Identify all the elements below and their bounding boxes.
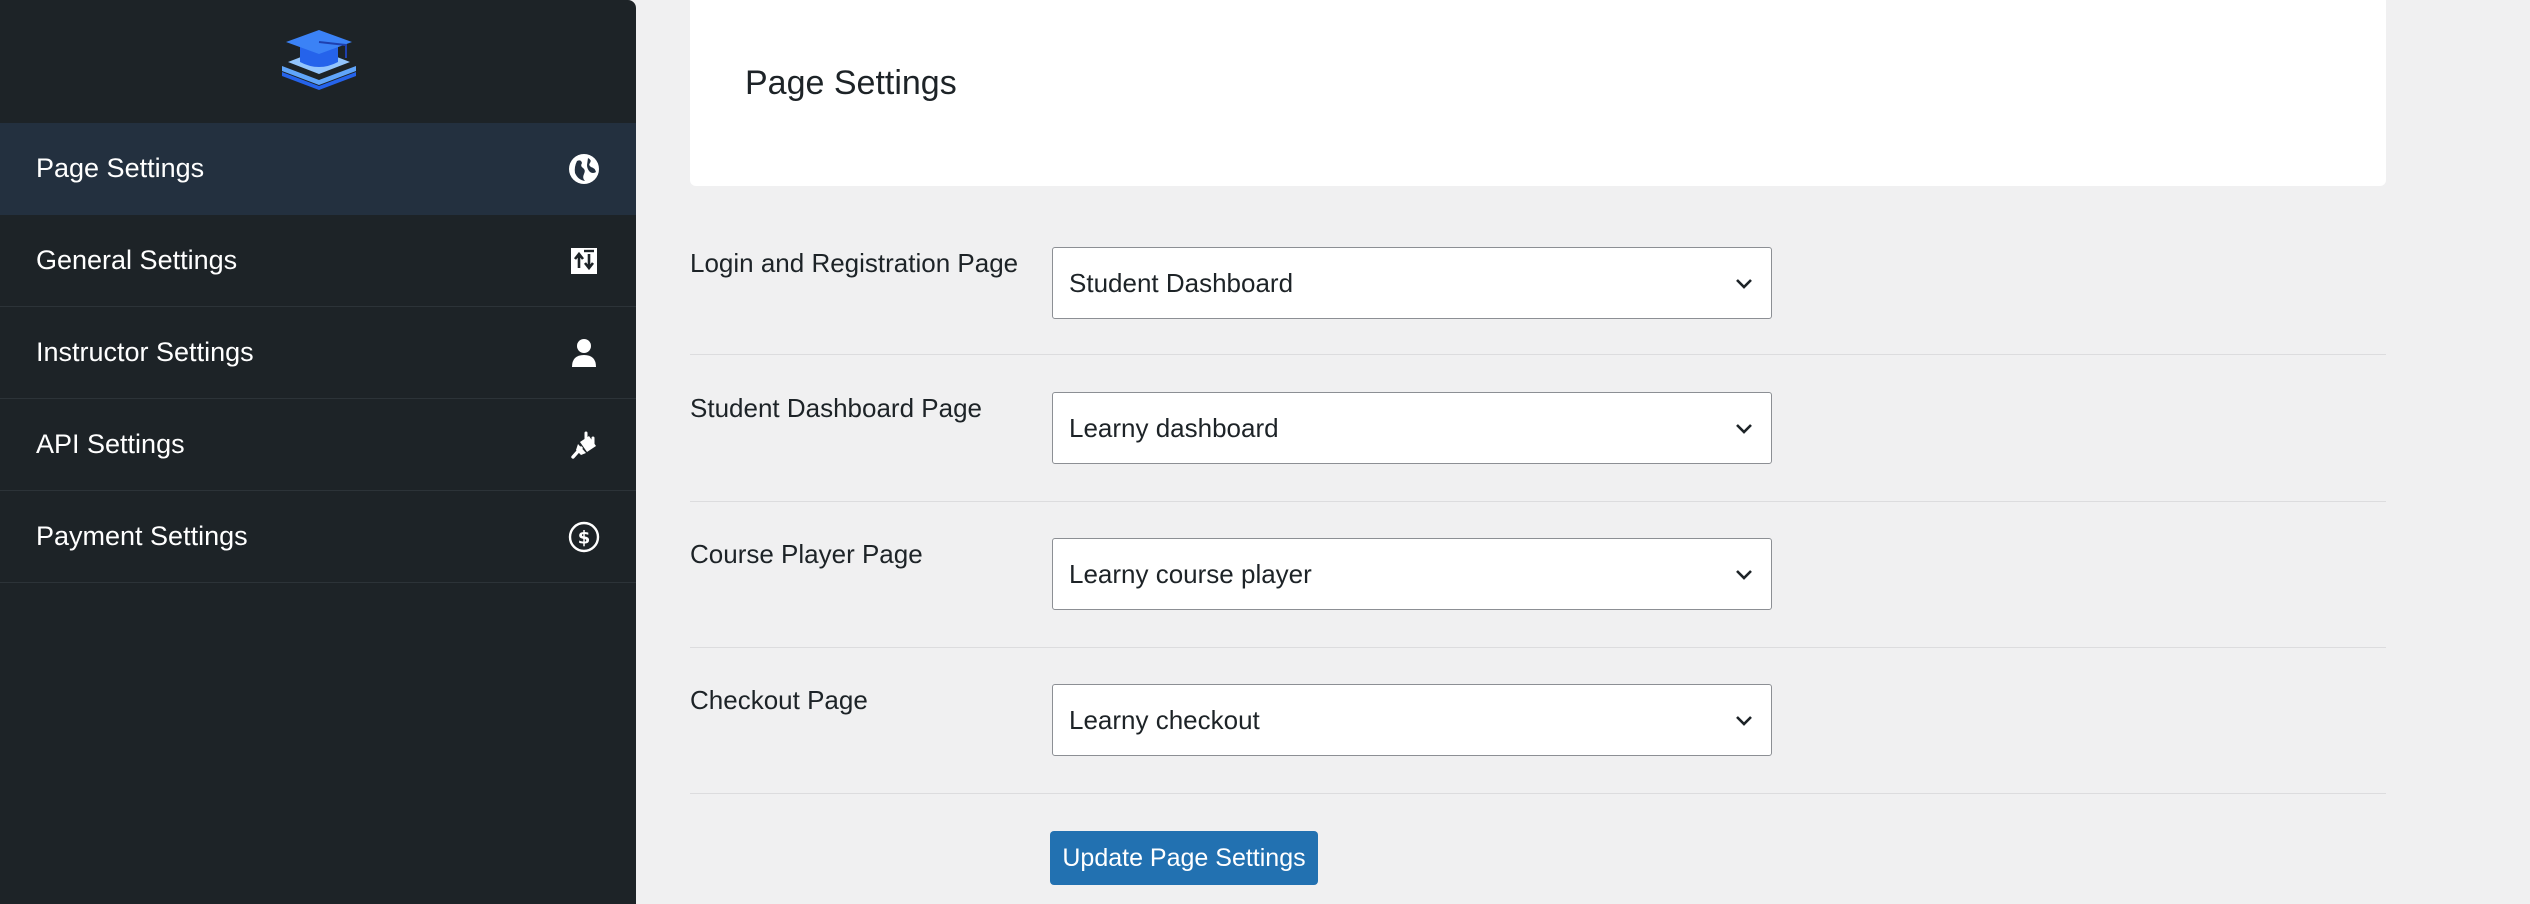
sidebar-item-payment-settings[interactable]: Payment Settings $ bbox=[0, 491, 636, 583]
plug-icon bbox=[568, 429, 600, 461]
setting-label: Login and Registration Page bbox=[690, 248, 1019, 278]
sidebar-item-page-settings[interactable]: Page Settings bbox=[0, 123, 636, 215]
sidebar-item-label: Page Settings bbox=[36, 153, 205, 183]
chevron-down-icon bbox=[1736, 279, 1752, 289]
setting-label: Student Dashboard Page bbox=[690, 393, 982, 423]
page-header: Page Settings bbox=[690, 0, 2386, 186]
setting-row-checkout: Checkout Page Learny checkout bbox=[690, 647, 2386, 794]
setting-row-course-player: Course Player Page Learny course player bbox=[690, 501, 2386, 648]
chevron-down-icon bbox=[1736, 424, 1752, 434]
course-player-page-select[interactable]: Learny course player bbox=[1052, 538, 1772, 610]
setting-label: Checkout Page bbox=[690, 685, 868, 715]
checkout-page-select[interactable]: Learny checkout bbox=[1052, 684, 1772, 756]
setting-row-login-registration: Login and Registration Page Student Dash… bbox=[690, 230, 2386, 355]
svg-text:$: $ bbox=[578, 527, 591, 548]
chevron-down-icon bbox=[1736, 570, 1752, 580]
update-page-settings-button[interactable]: Update Page Settings bbox=[1050, 831, 1318, 885]
sidebar-item-label: Payment Settings bbox=[36, 521, 248, 551]
select-value: Learny course player bbox=[1069, 558, 1312, 589]
select-value: Student Dashboard bbox=[1069, 267, 1294, 298]
person-icon bbox=[568, 337, 600, 369]
sidebar-item-label: API Settings bbox=[36, 429, 185, 459]
sidebar-item-label: General Settings bbox=[36, 245, 238, 275]
chevron-down-icon bbox=[1736, 716, 1752, 726]
sidebar-item-label: Instructor Settings bbox=[36, 337, 254, 367]
student-dashboard-page-select[interactable]: Learny dashboard bbox=[1052, 392, 1772, 464]
login-registration-page-select[interactable]: Student Dashboard bbox=[1052, 247, 1772, 319]
setting-row-student-dashboard: Student Dashboard Page Learny dashboard bbox=[690, 355, 2386, 502]
sidebar-item-instructor-settings[interactable]: Instructor Settings bbox=[0, 307, 636, 399]
sidebar: Page Settings General Settings Instructo… bbox=[0, 0, 636, 904]
sidebar-item-general-settings[interactable]: General Settings bbox=[0, 215, 636, 307]
page-title: Page Settings bbox=[745, 64, 957, 102]
dollar-circle-icon: $ bbox=[568, 521, 600, 553]
globe-icon bbox=[568, 153, 600, 185]
select-value: Learny dashboard bbox=[1069, 412, 1279, 443]
select-value: Learny checkout bbox=[1069, 704, 1260, 735]
sort-arrows-icon bbox=[568, 245, 600, 277]
setting-label: Course Player Page bbox=[690, 539, 923, 569]
sidebar-item-api-settings[interactable]: API Settings bbox=[0, 399, 636, 491]
sidebar-nav: Page Settings General Settings Instructo… bbox=[0, 123, 636, 583]
graduation-cap-book-icon[interactable] bbox=[278, 28, 360, 94]
